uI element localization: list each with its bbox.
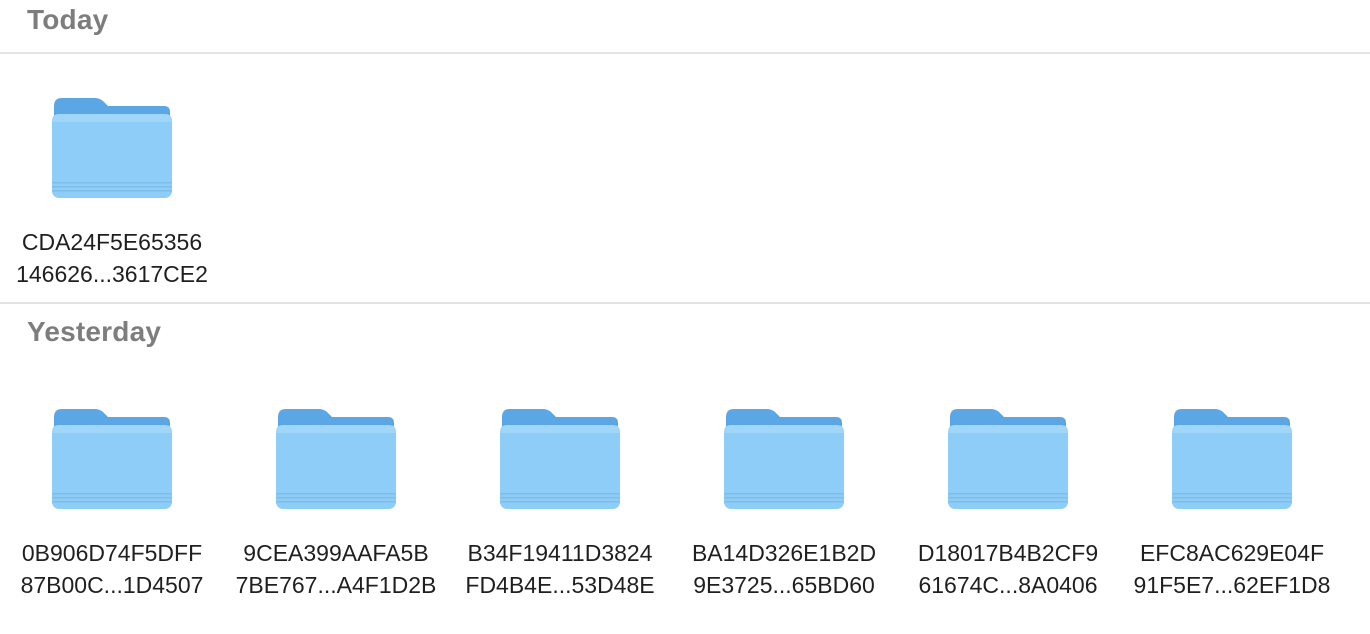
folder-icon <box>52 409 172 509</box>
folder-item[interactable]: B34F19411D3824 FD4B4E...53D48E <box>448 407 672 601</box>
folder-item[interactable]: EFC8AC629E04F 91F5E7...62EF1D8 <box>1120 407 1344 601</box>
folder-label-line1: BA14D326E1B2D <box>691 540 877 566</box>
folder-item[interactable]: CDA24F5E65356 146626...3617CE2 <box>0 96 224 290</box>
section-header-yesterday: Yesterday <box>27 316 162 347</box>
folder-label: 9CEA399AAFA5B 7BE767...A4F1D2B <box>224 537 448 601</box>
folder-icon <box>276 409 396 509</box>
folder-label: CDA24F5E65356 146626...3617CE2 <box>0 226 224 290</box>
folder-label-line2: FD4B4E...53D48E <box>465 572 655 598</box>
folder-label-line2: 61674C...8A0406 <box>918 572 1098 598</box>
folder-item[interactable]: 0B906D74F5DFF 87B00C...1D4507 <box>0 407 224 601</box>
folder-label-line2: 146626...3617CE2 <box>16 261 208 287</box>
section-header-today: Today <box>27 4 109 35</box>
folder-icon <box>500 409 620 509</box>
folder-label-line2: 91F5E7...62EF1D8 <box>1133 572 1331 598</box>
folder-label-line1: CDA24F5E65356 <box>21 229 203 255</box>
folder-icon <box>724 409 844 509</box>
folder-label-line2: 7BE767...A4F1D2B <box>235 572 437 598</box>
folder-grid-today: CDA24F5E65356 146626...3617CE2 <box>0 96 224 290</box>
section-today: Today CDA24F5E65356 146626...3617CE2 <box>0 0 1370 302</box>
folder-label: B34F19411D3824 FD4B4E...53D48E <box>448 537 672 601</box>
folder-label-line1: D18017B4B2CF9 <box>917 540 1099 566</box>
folder-grid-yesterday: 0B906D74F5DFF 87B00C...1D4507 9CEA399AAF… <box>0 407 1344 601</box>
folder-label: 0B906D74F5DFF 87B00C...1D4507 <box>0 537 224 601</box>
folder-label-line1: EFC8AC629E04F <box>1139 540 1325 566</box>
section-divider <box>0 52 1370 54</box>
folder-icon <box>1172 409 1292 509</box>
folder-label: BA14D326E1B2D 9E3725...65BD60 <box>672 537 896 601</box>
folder-label-line1: 0B906D74F5DFF <box>21 540 203 566</box>
folder-label-line1: 9CEA399AAFA5B <box>243 540 429 566</box>
folder-label-line2: 9E3725...65BD60 <box>693 572 875 598</box>
finder-window: Today CDA24F5E65356 146626...3617CE2 Yes… <box>0 0 1370 634</box>
folder-item[interactable]: 9CEA399AAFA5B 7BE767...A4F1D2B <box>224 407 448 601</box>
folder-icon <box>948 409 1068 509</box>
folder-label: EFC8AC629E04F 91F5E7...62EF1D8 <box>1120 537 1344 601</box>
folder-item[interactable]: D18017B4B2CF9 61674C...8A0406 <box>896 407 1120 601</box>
folder-label: D18017B4B2CF9 61674C...8A0406 <box>896 537 1120 601</box>
section-yesterday: Yesterday 0B906D74F5DFF 87B00C...1D4507 <box>0 303 1370 634</box>
folder-item[interactable]: BA14D326E1B2D 9E3725...65BD60 <box>672 407 896 601</box>
folder-label-line2: 87B00C...1D4507 <box>20 572 204 598</box>
folder-icon <box>52 98 172 198</box>
folder-label-line1: B34F19411D3824 <box>467 540 653 566</box>
